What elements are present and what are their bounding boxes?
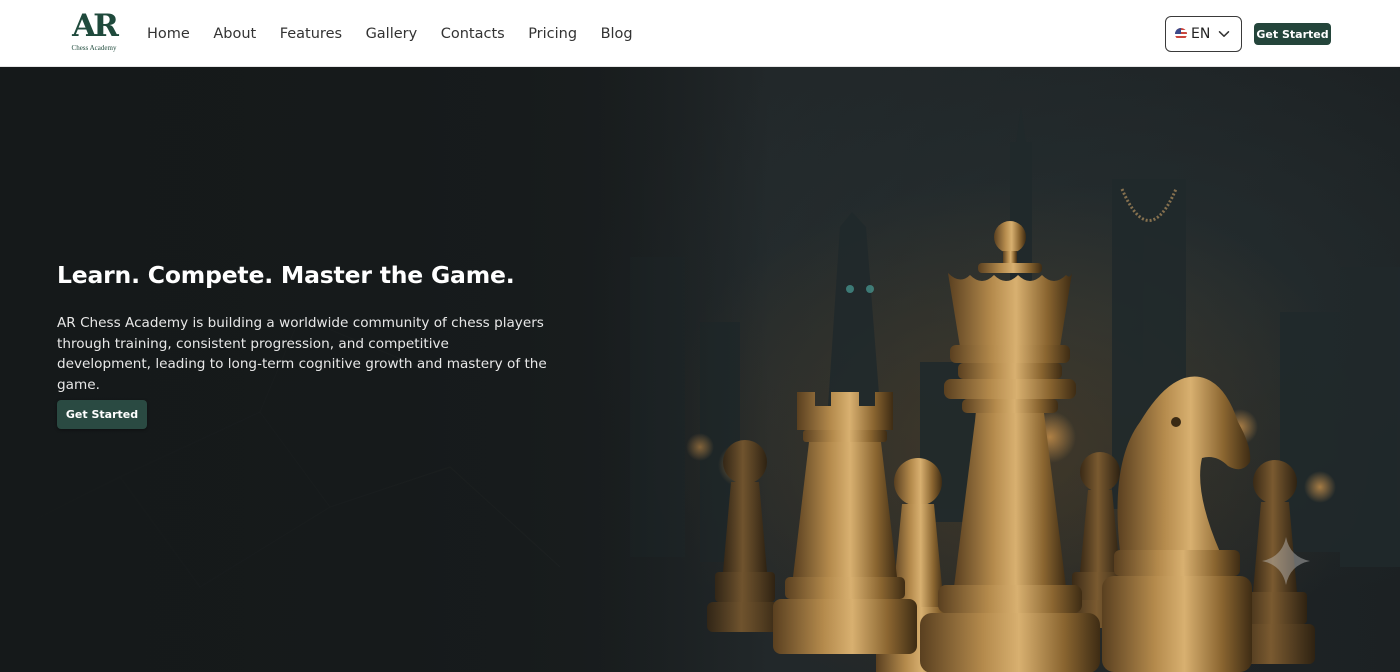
language-label: EN (1191, 26, 1211, 42)
hero-description: AR Chess Academy is building a worldwide… (57, 315, 547, 393)
nav-item-features[interactable]: Features (280, 26, 342, 42)
logo-subtitle: Chess Academy (71, 44, 117, 52)
hero-get-started-button[interactable]: Get Started (57, 400, 147, 429)
language-selector[interactable]: EN (1165, 16, 1242, 52)
nav-item-home[interactable]: Home (147, 26, 190, 42)
nav-item-pricing[interactable]: Pricing (528, 26, 577, 42)
chevron-down-icon (1219, 31, 1230, 37)
site-header: AR Chess Academy Home About Features Gal… (0, 0, 1400, 67)
nav-item-about[interactable]: About (213, 26, 256, 42)
logo-mark: AR (72, 8, 119, 44)
header-get-started-button[interactable]: Get Started (1254, 23, 1331, 45)
main-nav: Home About Features Gallery Contacts Pri… (147, 0, 656, 67)
nav-item-blog[interactable]: Blog (601, 26, 633, 42)
us-flag-icon (1175, 28, 1187, 40)
hero-title: Learn. Compete. Master the Game. (57, 261, 515, 289)
logo[interactable]: AR Chess Academy (68, 10, 120, 56)
nav-item-contacts[interactable]: Contacts (441, 26, 505, 42)
nav-item-gallery[interactable]: Gallery (366, 26, 418, 42)
hero-section: Learn. Compete. Master the Game. AR Ches… (0, 67, 1400, 672)
